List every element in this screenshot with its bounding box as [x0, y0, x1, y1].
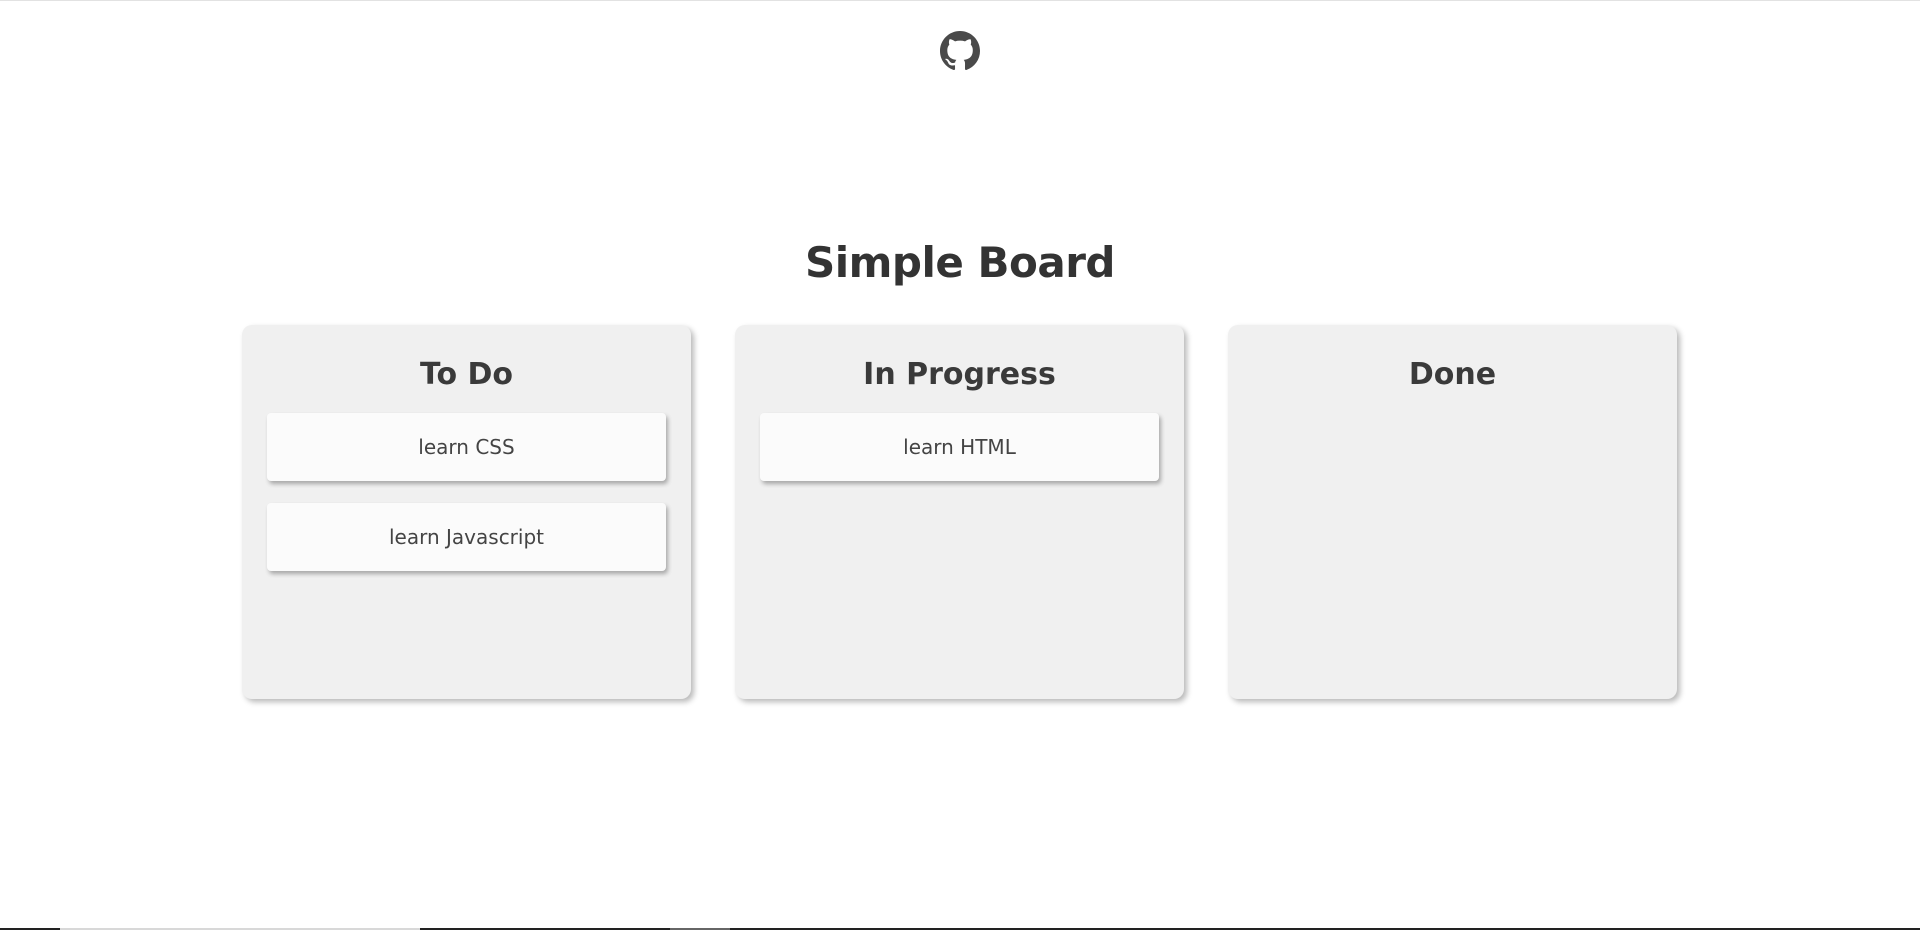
github-link[interactable] [940, 31, 980, 71]
board: To Do learn CSS learn Javascript In Prog… [242, 325, 1678, 699]
page-title: Simple Board [805, 238, 1115, 287]
page: Simple Board To Do learn CSS learn Javas… [0, 0, 1920, 930]
column-in-progress[interactable]: In Progress learn HTML [735, 325, 1184, 699]
task-card[interactable]: learn Javascript [267, 503, 666, 571]
column-done[interactable]: Done [1228, 325, 1677, 699]
column-title: In Progress [863, 357, 1056, 392]
column-todo[interactable]: To Do learn CSS learn Javascript [242, 325, 691, 699]
task-card[interactable]: learn CSS [267, 413, 666, 481]
task-card[interactable]: learn HTML [760, 413, 1159, 481]
column-title: Done [1408, 357, 1497, 392]
column-title: To Do [419, 357, 514, 392]
github-icon [940, 31, 980, 71]
